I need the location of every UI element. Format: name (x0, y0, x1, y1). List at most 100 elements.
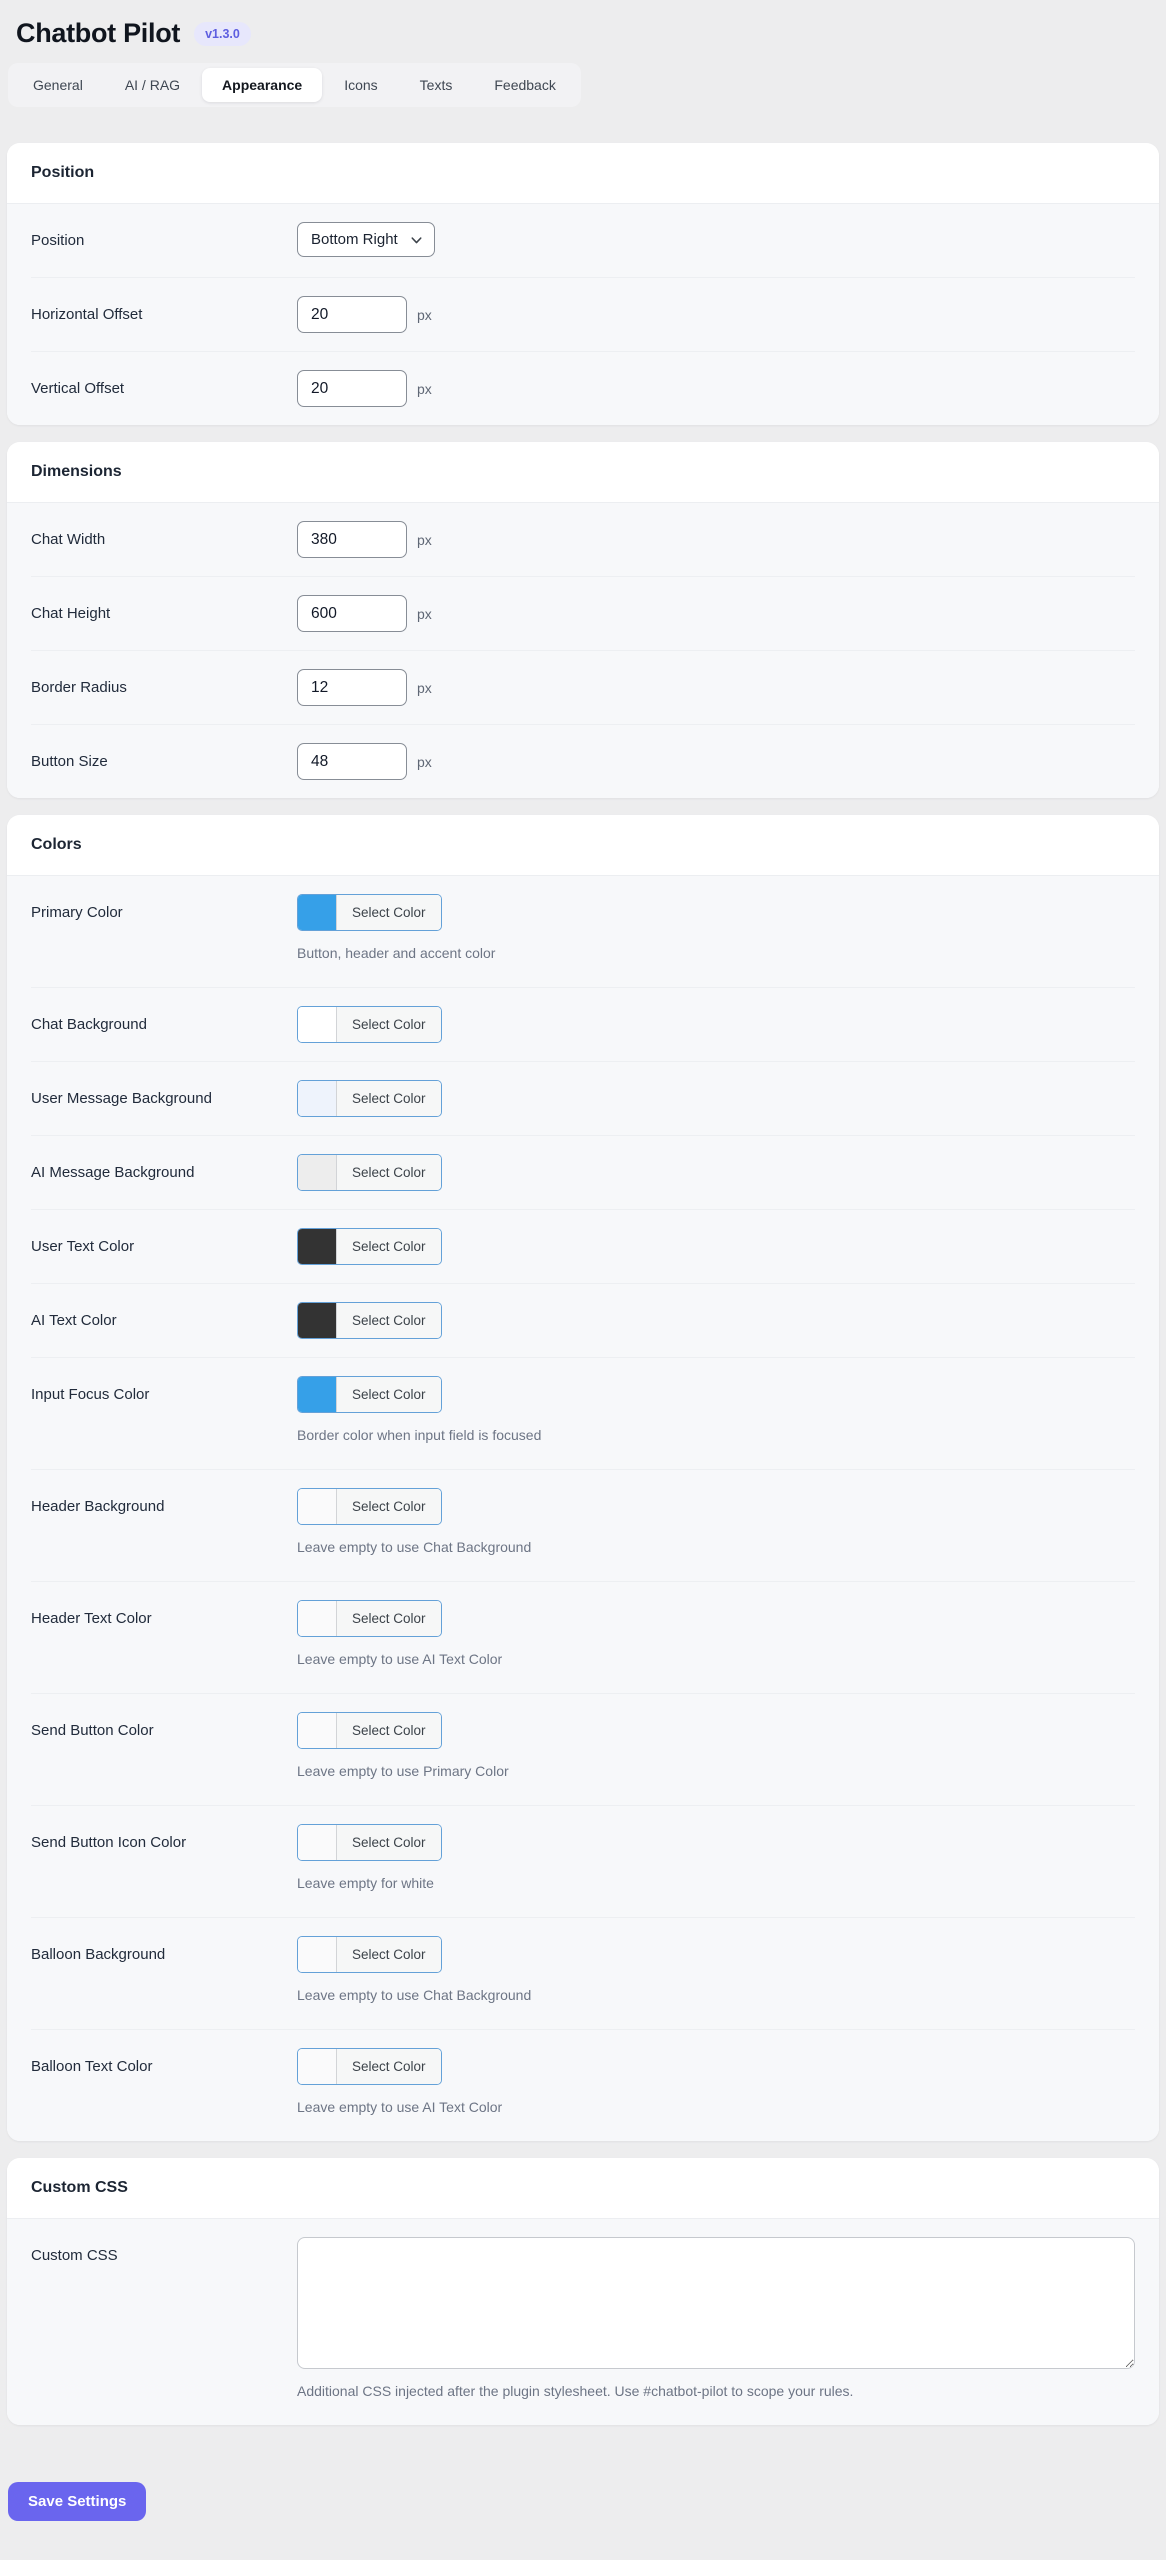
custom-css-row: Custom CSS Additional CSS injected after … (31, 2219, 1135, 2425)
field-area: Select Color Leave empty to use AI Text C… (297, 1600, 1135, 1669)
color-swatch (298, 1229, 337, 1264)
field-label: Balloon Text Color (31, 2058, 153, 2075)
send-button-color-picker-button[interactable]: Select Color (297, 1712, 442, 1749)
primary-color-picker-button[interactable]: Select Color (297, 894, 442, 931)
ai-message-background-row: AI Message Background Select Color (31, 1135, 1135, 1209)
field-label: Chat Background (31, 1016, 147, 1033)
balloon-text-color-picker-button[interactable]: Select Color (297, 2048, 442, 2085)
field-label: Chat Height (31, 605, 111, 622)
tab-icons[interactable]: Icons (324, 68, 397, 102)
field-label: User Text Color (31, 1238, 135, 1255)
field-control: px (297, 595, 1135, 632)
select-color-label: Select Color (337, 1229, 441, 1264)
field-label: Header Background (31, 1498, 165, 1515)
position-row: Position Bottom Right (31, 204, 1135, 277)
field-area: Bottom Right (297, 222, 1135, 257)
chat-background-picker-button[interactable]: Select Color (297, 1006, 442, 1043)
section-card-dimensions: DimensionsChat Widthpx Chat Height px Borde… (7, 442, 1159, 798)
chat-width-row: Chat Width px (31, 503, 1135, 576)
save-settings-button[interactable]: Save Settings (8, 2482, 147, 2521)
field-control: px (297, 743, 1135, 780)
color-swatch (298, 1489, 337, 1524)
page-title: Chatbot Pilot (16, 18, 181, 48)
tab-ai-rag[interactable]: AI / RAG (105, 68, 200, 102)
select-color-label: Select Color (337, 1713, 441, 1748)
tab-appearance[interactable]: Appearance (202, 68, 323, 102)
tab-general[interactable]: General (13, 68, 103, 102)
user-message-background-picker-button[interactable]: Select Color (297, 1080, 442, 1117)
select-color-label: Select Color (337, 1825, 441, 1860)
user-text-color-row: User Text Color Select Color (31, 1209, 1135, 1283)
field-control: Select Color (297, 1824, 1135, 1861)
send-button-icon-color-picker-button[interactable]: Select Color (297, 1824, 442, 1861)
button-size-input[interactable] (297, 743, 407, 780)
section-rows: PositionBottom RightHorizontal OffsetpxV… (7, 204, 1159, 425)
color-swatch (298, 1713, 337, 1748)
field-control: Select Color (297, 1302, 1135, 1339)
select-color-label: Select Color (337, 895, 441, 930)
section-title: Dimensions (7, 442, 1159, 503)
button-size-row: Button Size px (31, 724, 1135, 798)
unit-label: px (417, 753, 432, 770)
section-title: Colors (7, 815, 1159, 876)
section-title: Custom CSS (7, 2158, 1159, 2219)
field-area: Select Color Button, header and accent co… (297, 894, 1135, 963)
field-label: Header Text Color (31, 1610, 152, 1627)
color-swatch (298, 1937, 337, 1972)
balloon-background-row: Balloon Background Select Color Leave empt… (31, 1917, 1135, 2029)
field-hint: Leave empty to use Primary Color (297, 1763, 509, 1779)
tab-feedback[interactable]: Feedback (474, 68, 575, 102)
select-color-label: Select Color (337, 1081, 441, 1116)
field-hint: Leave empty to use Chat Background (297, 1539, 532, 1555)
field-control: Select Color (297, 894, 1135, 931)
section-card-colors: Colors Primary Color Select Color Button, h… (7, 815, 1159, 2141)
field-hint: Leave empty to use Chat Background (297, 1987, 532, 2003)
field-label: Button Size (31, 753, 108, 770)
tab-texts[interactable]: Texts (400, 68, 473, 102)
field-control: Select Color (297, 1006, 1135, 1043)
select-color-label: Select Color (337, 1303, 441, 1338)
field-area: Additional CSS injected after the plugin… (297, 2237, 1135, 2401)
position-select[interactable]: Bottom Right (297, 222, 435, 257)
field-label: Vertical Offset (31, 380, 125, 397)
color-swatch (298, 1303, 337, 1338)
primary-color-row: Primary Color Select Color Button, header … (31, 876, 1135, 987)
field-label: AI Message Background (31, 1164, 195, 1181)
horizontal-offset-input[interactable] (297, 296, 407, 333)
vertical-offset-input[interactable] (297, 370, 407, 407)
field-area: px (297, 743, 1135, 780)
ai-message-background-picker-button[interactable]: Select Color (297, 1154, 442, 1191)
send-button-icon-color-row: Send Button Icon Color Select Color Leave … (31, 1805, 1135, 1917)
ai-text-color-picker-button[interactable]: Select Color (297, 1302, 442, 1339)
input-focus-color-picker-button[interactable]: Select Color (297, 1376, 442, 1413)
unit-label: px (417, 605, 432, 622)
field-area: Select Color (297, 1302, 1135, 1339)
chat-background-row: Chat Background Select Color (31, 987, 1135, 1061)
field-control: Select Color (297, 2048, 1135, 2085)
header-text-color-picker-button[interactable]: Select Color (297, 1600, 442, 1637)
field-hint: Button, header and accent color (297, 945, 496, 961)
section-card-custom-css: Custom CSS Custom CSS Additional CSS injec… (7, 2158, 1159, 2425)
field-label: Position (31, 232, 85, 249)
section-rows: Primary Color Select Color Button, header … (7, 876, 1159, 2141)
border-radius-input[interactable] (297, 669, 407, 706)
field-label: Horizontal Offset (31, 306, 143, 323)
color-swatch (298, 1007, 337, 1042)
field-area: px (297, 521, 1135, 558)
header-background-picker-button[interactable]: Select Color (297, 1488, 442, 1525)
field-area: Select Color Leave empty to use AI Text C… (297, 2048, 1135, 2117)
balloon-background-picker-button[interactable]: Select Color (297, 1936, 442, 1973)
border-radius-row: Border Radius px (31, 650, 1135, 724)
user-text-color-picker-button[interactable]: Select Color (297, 1228, 442, 1265)
field-control: Select Color (297, 1600, 1135, 1637)
chat-width-input[interactable] (297, 521, 407, 558)
balloon-text-color-row: Balloon Text Color Select Color Leave empt… (31, 2029, 1135, 2141)
field-label: AI Text Color (31, 1312, 117, 1329)
field-hint: Border color when input field is focused (297, 1427, 542, 1443)
field-control: px (297, 370, 1135, 407)
vertical-offset-row: Vertical Offset px (31, 351, 1135, 425)
custom-css-textarea[interactable] (297, 2237, 1135, 2369)
field-area: Select Color (297, 1080, 1135, 1117)
chat-height-input[interactable] (297, 595, 407, 632)
field-area: px (297, 296, 1135, 333)
